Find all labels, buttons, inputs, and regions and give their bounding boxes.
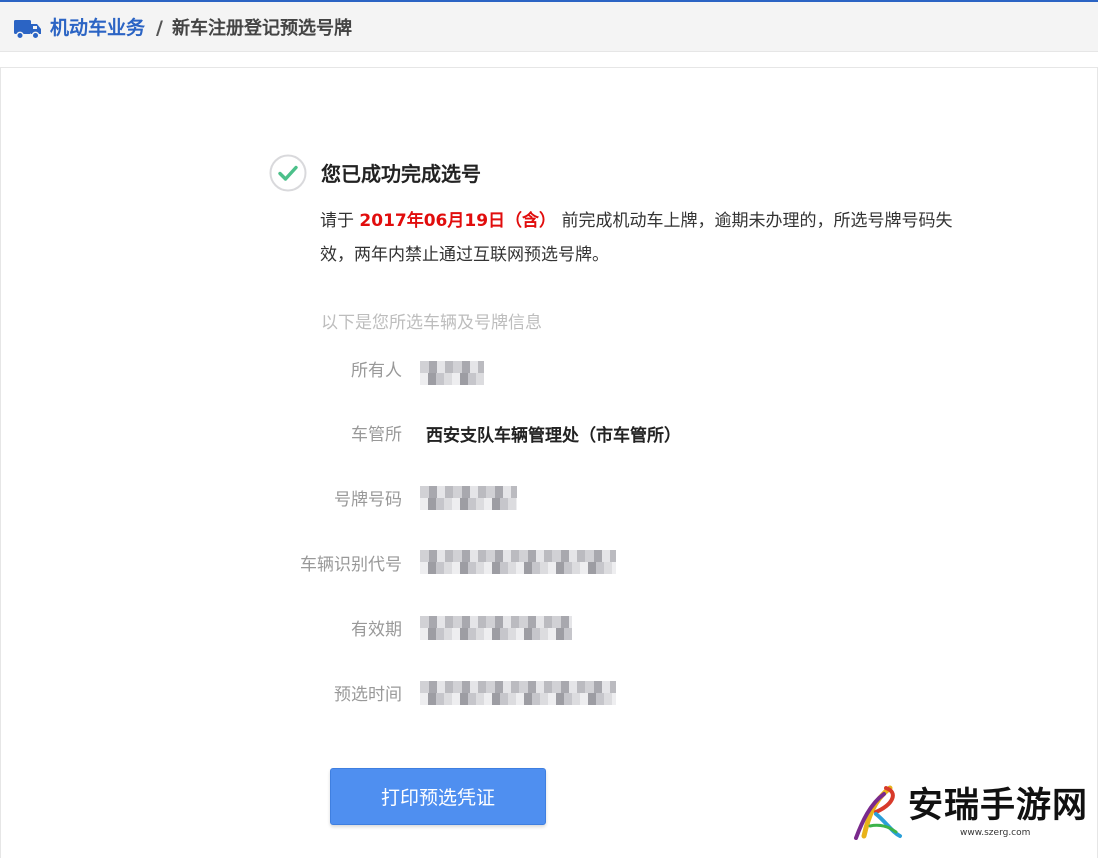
watermark-brand-text: 安瑞手游网	[908, 785, 1089, 826]
watermark-logo-icon	[854, 785, 902, 840]
vin-label: 车辆识别代号	[300, 555, 402, 575]
truck-icon	[14, 20, 41, 40]
content-panel	[0, 67, 1098, 858]
owner-label: 所有人	[351, 361, 402, 381]
office-label: 车管所	[351, 425, 402, 445]
preselect-time-value-redacted	[420, 681, 616, 705]
owner-value-redacted	[420, 361, 484, 385]
deadline-date: 2017年06月19日（含）	[359, 211, 557, 231]
watermark: 安瑞手游网 www.szerg.com	[850, 782, 1090, 840]
validity-label: 有效期	[351, 620, 402, 640]
validity-value-redacted	[420, 616, 572, 640]
check-circle-icon	[269, 154, 307, 192]
print-certificate-button[interactable]: 打印预选凭证	[330, 768, 546, 825]
notice-prefix: 请于	[320, 211, 354, 231]
deadline-notice: 请于 2017年06月19日（含） 前完成机动车上牌，逾期未办理的，所选号牌号码…	[320, 204, 970, 272]
breadcrumb-vehicle-business[interactable]: 机动车业务	[50, 15, 145, 41]
info-caption: 以下是您所选车辆及号牌信息	[321, 313, 542, 333]
plate-number-label: 号牌号码	[334, 490, 402, 510]
page-header: 机动车业务 / 新车注册登记预选号牌	[0, 2, 1098, 52]
breadcrumb-separator: /	[156, 17, 163, 39]
preselect-time-label: 预选时间	[334, 685, 402, 705]
office-value: 西安支队车辆管理处（市车管所）	[426, 426, 681, 446]
breadcrumb-current-page: 新车注册登记预选号牌	[172, 18, 352, 39]
plate-number-value-redacted	[420, 486, 517, 510]
vin-value-redacted	[420, 550, 616, 574]
success-title: 您已成功完成选号	[321, 162, 481, 186]
watermark-url-text: www.szerg.com	[960, 828, 1031, 838]
